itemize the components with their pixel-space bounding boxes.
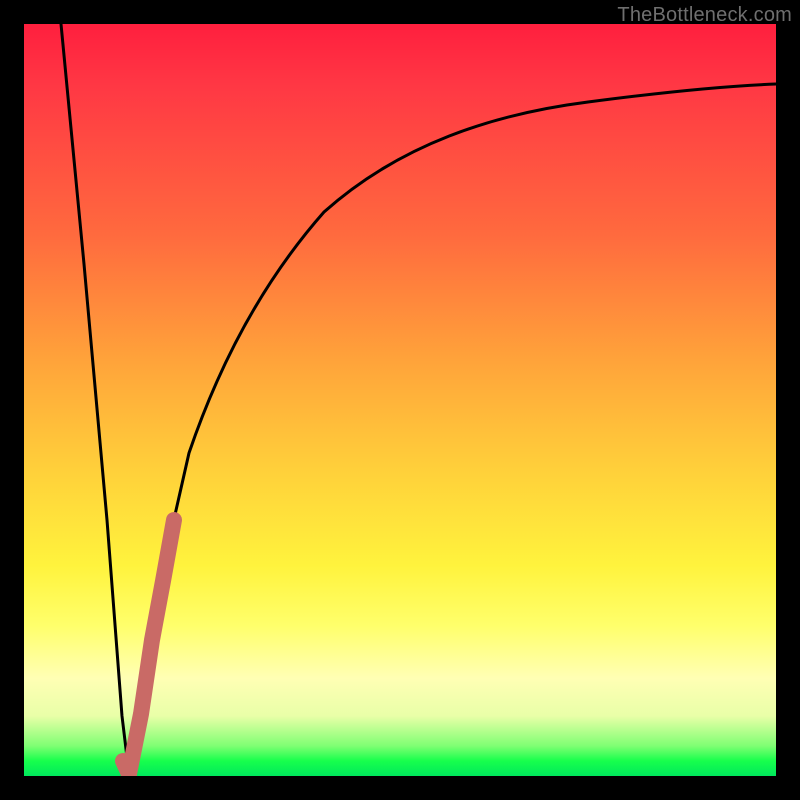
watermark-text: TheBottleneck.com	[617, 4, 792, 27]
plot-area	[24, 24, 776, 776]
curve-layer	[24, 24, 776, 776]
highlight-segment	[123, 520, 174, 774]
chart-frame: TheBottleneck.com	[0, 0, 800, 800]
bottleneck-curve	[61, 24, 776, 774]
